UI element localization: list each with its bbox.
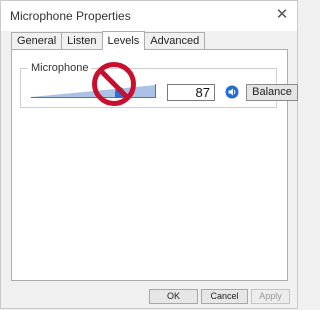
level-value-field[interactable]: 87	[167, 84, 215, 101]
microphone-properties-dialog: Microphone Properties ✕ General Listen L…	[0, 0, 298, 309]
tab-strip: General Listen Levels Advanced	[11, 31, 206, 50]
title-bar: Microphone Properties ✕	[1, 1, 297, 31]
window-title: Microphone Properties	[10, 9, 131, 23]
close-button[interactable]: ✕	[275, 7, 289, 22]
tab-general[interactable]: General	[11, 32, 63, 49]
slider-ramp	[31, 85, 156, 97]
apply-button[interactable]: Apply	[251, 289, 290, 304]
tab-advanced[interactable]: Advanced	[144, 32, 206, 49]
levels-tab-panel: Microphone 87 Balance	[11, 49, 298, 281]
slider-thumb[interactable]	[115, 87, 124, 98]
microphone-groupbox: Microphone 87 Balance	[20, 61, 298, 108]
cancel-button[interactable]: Cancel	[201, 289, 248, 304]
speaker-icon	[225, 85, 239, 99]
slider-track	[31, 84, 156, 98]
dialog-footer: OK Cancel Apply	[1, 289, 299, 310]
tab-listen[interactable]: Listen	[61, 32, 103, 49]
tab-levels[interactable]: Levels	[101, 31, 146, 50]
microphone-level-slider[interactable]	[31, 83, 156, 99]
mute-toggle-button[interactable]	[225, 85, 239, 99]
microphone-group-label: Microphone	[28, 61, 92, 75]
ok-button[interactable]: OK	[149, 289, 198, 304]
balance-button[interactable]: Balance	[246, 84, 298, 101]
